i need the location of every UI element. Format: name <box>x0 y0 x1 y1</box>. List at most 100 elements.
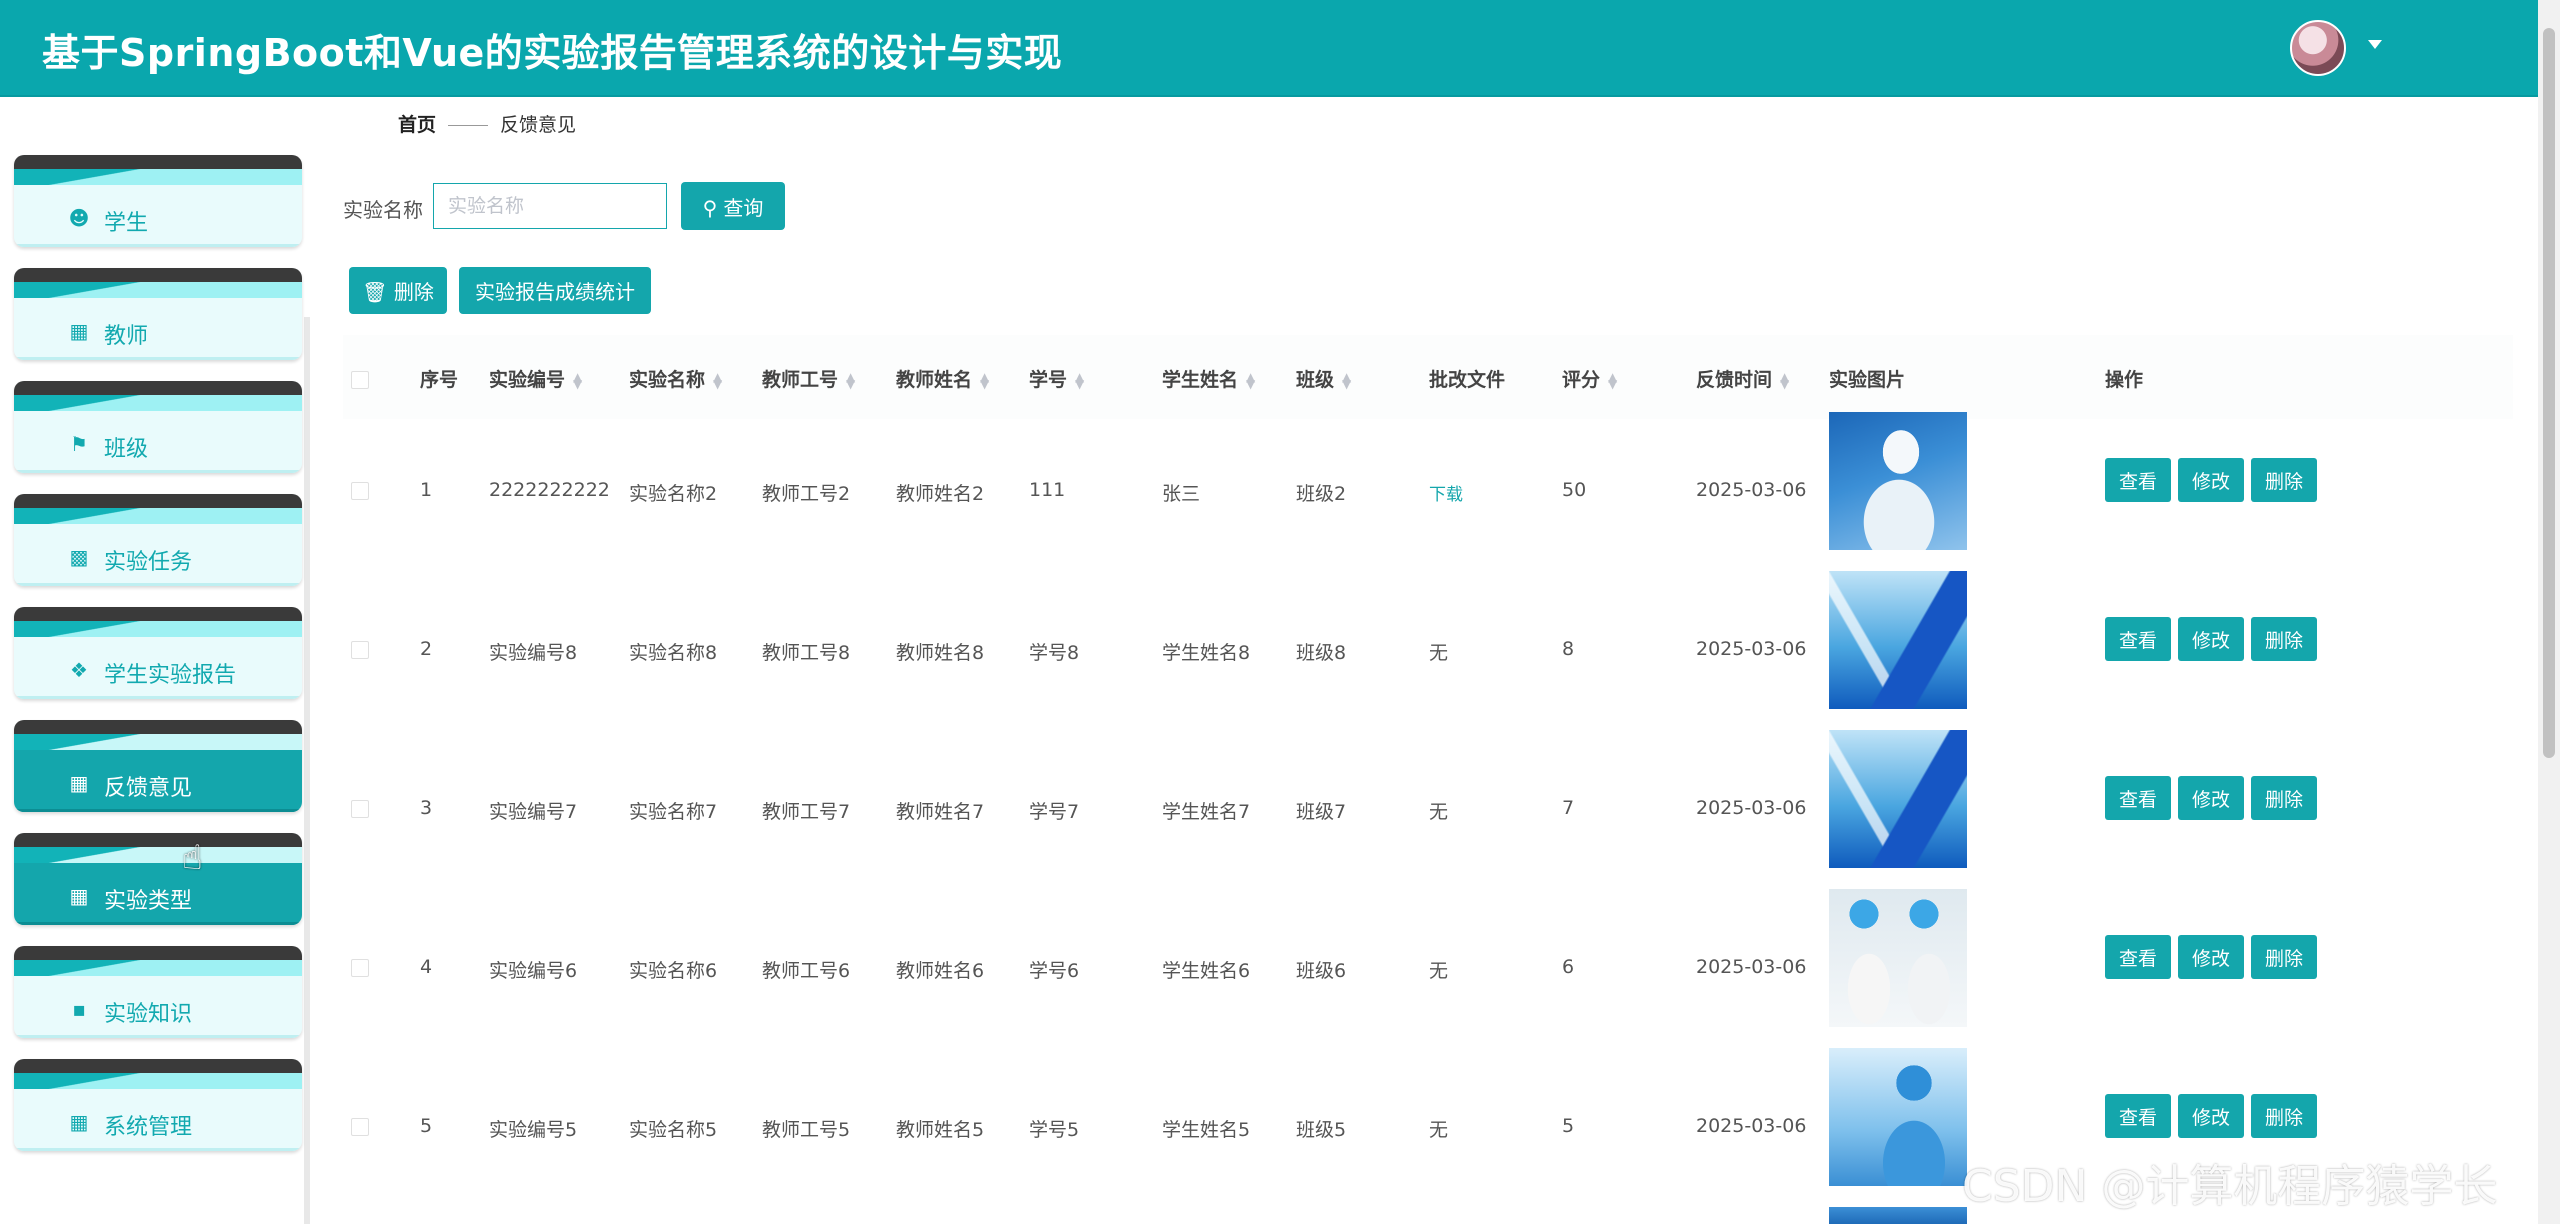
col-header-time[interactable]: 反馈时间 ▲ ▼ <box>1696 365 1789 392</box>
cell-student-name: 学生姓名6 <box>1162 960 1251 982</box>
menu-item-header-bar <box>14 1059 302 1073</box>
col-header-class[interactable]: 班级 ▲ ▼ <box>1296 365 1351 392</box>
cell-file: 无 <box>1429 642 1449 664</box>
col-header-image: 实验图片 <box>1829 369 1906 391</box>
sidebar-item-teacher[interactable]: ▦ 教师 <box>14 268 302 360</box>
sidebar-item-experiment-type[interactable]: ▦ 实验类型 <box>14 833 302 925</box>
app-title: 基于SpringBoot和Vue的实验报告管理系统的设计与实现 <box>42 31 1063 75</box>
view-button[interactable]: 查看 <box>2105 1094 2171 1138</box>
cell-seq: 2 <box>420 638 433 660</box>
breadcrumb-home[interactable]: 首页 <box>398 114 436 136</box>
row-checkbox[interactable] <box>351 482 369 500</box>
cell-seq: 5 <box>420 1115 433 1137</box>
view-button[interactable]: 查看 <box>2105 776 2171 820</box>
col-header-exp-no[interactable]: 实验编号 ▲ ▼ <box>489 365 582 392</box>
view-button[interactable]: 查看 <box>2105 458 2171 502</box>
edit-button[interactable]: 修改 <box>2178 458 2244 502</box>
delete-button[interactable]: 删除 <box>2251 458 2317 502</box>
delete-button[interactable]: 删除 <box>2251 776 2317 820</box>
batch-delete-button[interactable]: 🗑 删除 <box>349 267 447 314</box>
ticket-icon: ❖ <box>70 658 88 682</box>
delete-button[interactable]: 删除 <box>2251 935 2317 979</box>
cell-class: 班级8 <box>1296 642 1347 664</box>
experiment-image[interactable] <box>1829 412 1967 550</box>
caret-down-icon[interactable] <box>2368 40 2382 49</box>
query-button[interactable]: ⚲ 查询 <box>681 182 785 230</box>
sort-icon[interactable]: ▲ ▼ <box>1246 371 1255 390</box>
sidebar-scrollbar[interactable] <box>304 317 310 1224</box>
col-header-student-name[interactable]: 学生姓名 ▲ ▼ <box>1162 365 1255 392</box>
sort-icon[interactable]: ▲ ▼ <box>846 371 855 390</box>
select-all-checkbox[interactable] <box>351 371 369 389</box>
sidebar-item-label: 系统管理 <box>104 1115 193 1140</box>
table-header: 序号 实验编号 ▲ ▼ 实验名称 ▲ ▼ 教师工号 ▲ ▼ 教师姓名 ▲ ▼ 学号 ▲ ▼ 学生姓名… <box>343 335 2513 419</box>
col-header-score[interactable]: 评分 ▲ ▼ <box>1562 365 1617 392</box>
sidebar-item-system-management[interactable]: ▦ 系统管理 <box>14 1059 302 1151</box>
experiment-image[interactable] <box>1829 571 1967 709</box>
sort-icon[interactable]: ▲ ▼ <box>1075 371 1084 390</box>
experiment-image[interactable] <box>1829 1048 1967 1186</box>
sidebar-item-student[interactable]: ☻ 学生 <box>14 155 302 247</box>
col-header-teacher-name[interactable]: 教师姓名 ▲ ▼ <box>896 365 989 392</box>
sort-icon[interactable]: ▲ ▼ <box>1342 371 1351 390</box>
sidebar: ☻ 学生 ▦ 教师 ⚑ 班级 ▩ 实验任务 ❖ 学生实验报告 ▦ 反馈意见 ▦ … <box>0 97 310 1224</box>
sidebar-item-experiment-task[interactable]: ▩ 实验任务 <box>14 494 302 586</box>
edit-button[interactable]: 修改 <box>2178 935 2244 979</box>
cell-seq: 3 <box>420 797 433 819</box>
sort-icon[interactable]: ▲ ▼ <box>980 371 989 390</box>
sidebar-item-experiment-knowledge[interactable]: ▪ 实验知识 <box>14 946 302 1038</box>
edit-button[interactable]: 修改 <box>2178 776 2244 820</box>
edit-button[interactable]: 修改 <box>2178 617 2244 661</box>
row-checkbox[interactable] <box>351 1118 369 1136</box>
search-input[interactable] <box>433 183 667 229</box>
search-icon: ⚲ <box>702 195 718 220</box>
delete-button[interactable]: 删除 <box>2251 1094 2317 1138</box>
menu-item-body <box>14 411 302 473</box>
col-header-student-no[interactable]: 学号 ▲ ▼ <box>1029 365 1084 392</box>
edit-button[interactable]: 修改 <box>2178 1094 2244 1138</box>
apps-icon: ▦ <box>69 884 89 908</box>
cell-teacher-name: 教师姓名6 <box>896 960 985 982</box>
row-checkbox[interactable] <box>351 641 369 659</box>
sort-icon[interactable]: ▲ ▼ <box>713 371 722 390</box>
user-avatar[interactable] <box>2290 20 2346 76</box>
col-header-label: 班级 <box>1296 369 1335 391</box>
sort-icon[interactable]: ▲ ▼ <box>573 371 582 390</box>
delete-button[interactable]: 删除 <box>2251 617 2317 661</box>
sort-icon[interactable]: ▲ ▼ <box>1780 371 1789 390</box>
cell-teacher-name: 教师姓名2 <box>896 483 985 505</box>
sidebar-item-feedback[interactable]: ▦ 反馈意见 <box>14 720 302 812</box>
menu-item-header-bar <box>14 607 302 621</box>
cell-student-name: 学生姓名7 <box>1162 801 1251 823</box>
col-header-label: 教师工号 <box>762 369 839 391</box>
grade-stats-button[interactable]: 实验报告成绩统计 <box>459 267 651 314</box>
sidebar-item-student-report[interactable]: ❖ 学生实验报告 <box>14 607 302 699</box>
cell-score: 5 <box>1562 1115 1575 1137</box>
col-header-label: 学生姓名 <box>1162 369 1239 391</box>
cell-time: 2025-03-06 <box>1696 797 1807 819</box>
row-checkbox[interactable] <box>351 959 369 977</box>
col-header-seq: 序号 <box>420 369 459 391</box>
cell-teacher-no: 教师工号2 <box>762 483 851 505</box>
cell-student-name: 学生姓名8 <box>1162 642 1251 664</box>
sort-icon[interactable]: ▲ ▼ <box>1608 371 1617 390</box>
col-header-label: 教师姓名 <box>896 369 973 391</box>
experiment-image[interactable] <box>1829 1207 1967 1224</box>
experiment-image[interactable] <box>1829 889 1967 1027</box>
col-header-exp-name[interactable]: 实验名称 ▲ ▼ <box>629 365 722 392</box>
table-row: 4 实验编号6 实验名称6 教师工号6 教师姓名6 学号6 学生姓名6 班级6 … <box>343 889 2513 1047</box>
cell-file: 无 <box>1429 801 1449 823</box>
sidebar-item-class[interactable]: ⚑ 班级 <box>14 381 302 473</box>
search-label: 实验名称 <box>343 198 423 222</box>
page-scrollbar[interactable] <box>2538 0 2560 1224</box>
download-link[interactable]: 下载 <box>1429 480 1463 505</box>
col-header-teacher-no[interactable]: 教师工号 ▲ ▼ <box>762 365 855 392</box>
cell-teacher-no: 教师工号7 <box>762 801 851 823</box>
cell-student-no: 学号5 <box>1029 1119 1080 1141</box>
row-checkbox[interactable] <box>351 800 369 818</box>
page-scrollbar-thumb[interactable] <box>2543 28 2555 758</box>
cell-student-no: 学号6 <box>1029 960 1080 982</box>
experiment-image[interactable] <box>1829 730 1967 868</box>
view-button[interactable]: 查看 <box>2105 617 2171 661</box>
view-button[interactable]: 查看 <box>2105 935 2171 979</box>
